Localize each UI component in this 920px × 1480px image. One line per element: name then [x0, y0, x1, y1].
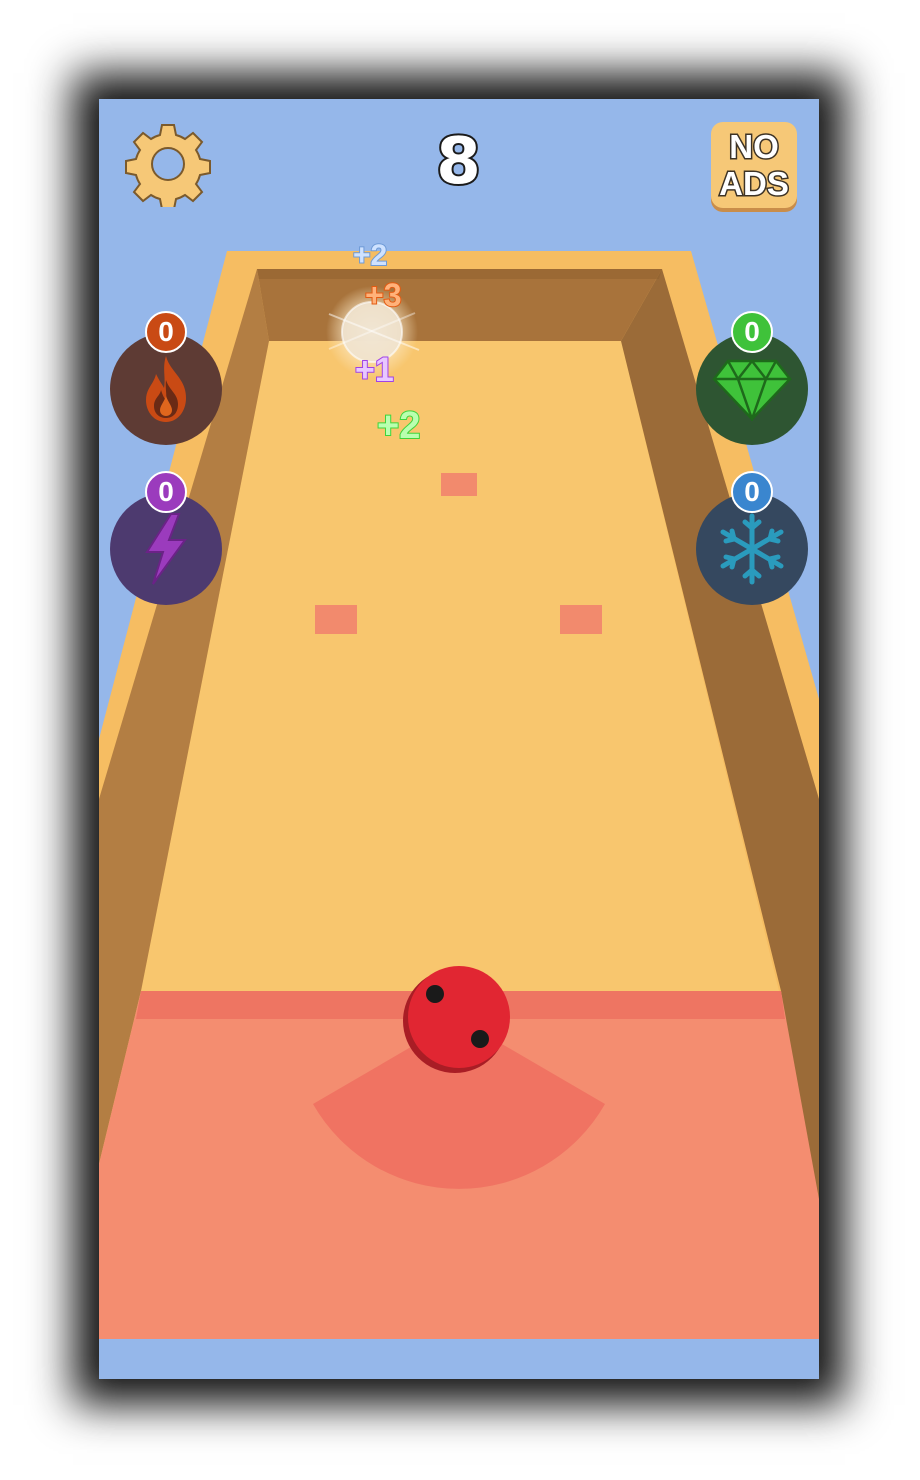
target-square	[560, 605, 602, 634]
floating-points-label: +3	[364, 276, 403, 314]
diamond-icon	[712, 358, 792, 421]
floating-points-label: +1	[354, 350, 395, 390]
floating-points-label: +2	[376, 404, 421, 448]
target-square	[315, 605, 357, 634]
fire-icon	[146, 356, 186, 422]
lightning-powerup-button[interactable]: 0	[110, 465, 222, 605]
game-screen[interactable]: 8 NO ADS 0 0 0 0 +2 +3 +1 +2	[99, 99, 819, 1379]
lightning-count-badge: 0	[145, 471, 187, 513]
fire-count-badge: 0	[145, 311, 187, 353]
ball	[408, 966, 510, 1068]
lightning-icon	[145, 513, 187, 585]
gear-icon	[125, 124, 211, 210]
freeze-count-badge: 0	[731, 471, 773, 513]
back-wall	[257, 269, 662, 341]
freeze-powerup-button[interactable]: 0	[696, 465, 808, 605]
gem-count-badge: 0	[731, 311, 773, 353]
no-ads-button[interactable]: NO ADS	[711, 122, 797, 208]
floating-points-label: +2	[352, 238, 388, 273]
snowflake-icon	[720, 513, 784, 585]
target-square	[441, 473, 477, 496]
score-label: 8	[434, 123, 483, 201]
no-ads-label: NO	[728, 127, 780, 167]
settings-button[interactable]	[125, 121, 211, 210]
no-ads-label: ADS	[718, 164, 791, 204]
fire-powerup-button[interactable]: 0	[110, 305, 222, 445]
gem-powerup-button[interactable]: 0	[696, 305, 808, 445]
board-scene	[99, 251, 819, 1379]
